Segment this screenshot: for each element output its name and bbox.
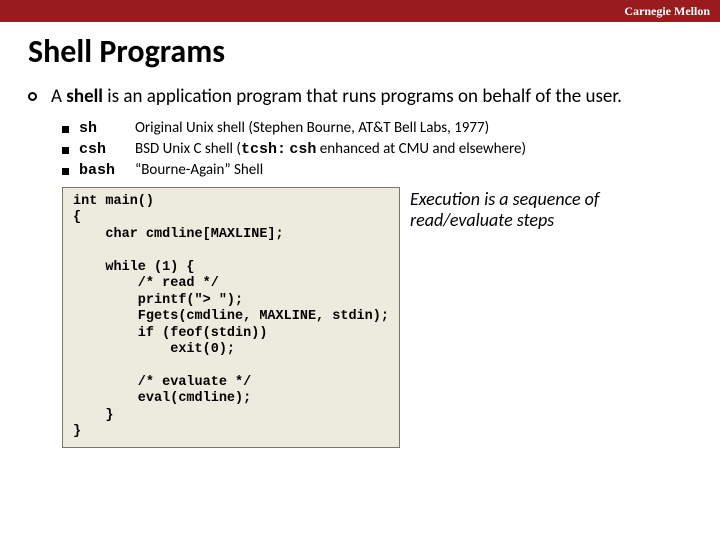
- list-item: bash “Bourne-Again” Shell: [62, 161, 692, 179]
- shell-desc: Original Unix shell (Stephen Bourne, AT&…: [135, 119, 489, 137]
- desc-pre: BSD Unix C shell (: [135, 140, 241, 158]
- desc-post: enhanced at CMU and elsewhere): [316, 140, 526, 158]
- shell-desc: BSD Unix C shell (tcsh: csh enhanced at …: [135, 140, 526, 158]
- lead-pre: A: [51, 85, 66, 108]
- square-bullet-icon: [62, 168, 69, 175]
- lower-row: int main() { char cmdline[MAXLINE]; whil…: [62, 187, 692, 448]
- circle-bullet-icon: [28, 92, 37, 101]
- code-block: int main() { char cmdline[MAXLINE]; whil…: [62, 187, 400, 448]
- topbar-label: Carnegie Mellon: [624, 4, 710, 19]
- desc-code2: csh: [289, 141, 316, 158]
- shell-name: bash: [79, 162, 135, 179]
- lead-mid: is an application program that runs prog…: [103, 85, 622, 108]
- slide-content: Shell Programs A shell is an application…: [0, 22, 720, 448]
- shell-name: csh: [79, 141, 135, 158]
- square-bullet-icon: [62, 147, 69, 154]
- lead-bold: shell: [66, 85, 103, 108]
- shell-name: sh: [79, 120, 135, 137]
- desc-code: tcsh:: [241, 141, 286, 158]
- side-note: Execution is a sequence of read/evaluate…: [410, 187, 692, 232]
- top-bar: Carnegie Mellon: [0, 0, 720, 22]
- slide-title: Shell Programs: [28, 32, 692, 71]
- square-bullet-icon: [62, 126, 69, 133]
- list-item: csh BSD Unix C shell (tcsh: csh enhanced…: [62, 140, 692, 158]
- lead-text: A shell is an application program that r…: [51, 85, 622, 109]
- lead-bullet-row: A shell is an application program that r…: [28, 85, 692, 109]
- shell-list: sh Original Unix shell (Stephen Bourne, …: [62, 119, 692, 179]
- shell-desc: “Bourne-Again” Shell: [135, 161, 263, 179]
- list-item: sh Original Unix shell (Stephen Bourne, …: [62, 119, 692, 137]
